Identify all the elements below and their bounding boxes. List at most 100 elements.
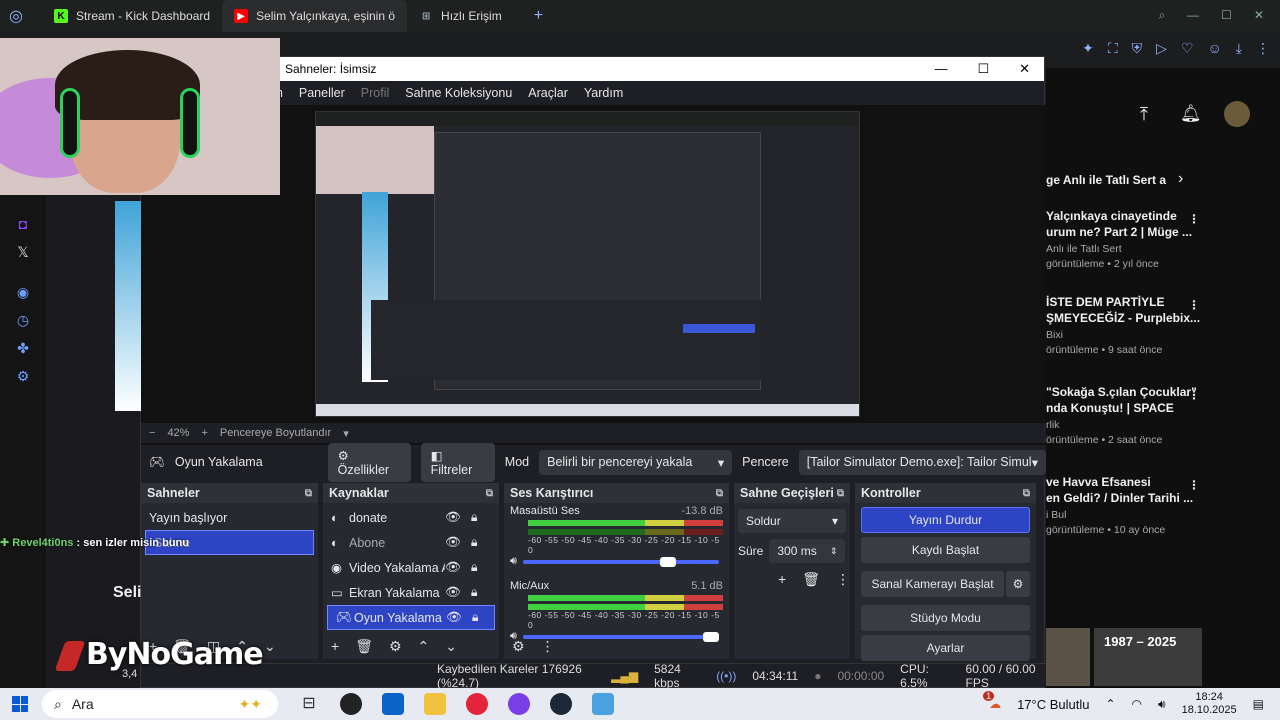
video-item[interactable]: "Sokağa S.çılan Çocuklar" nda Konuştu! |… [1046, 384, 1280, 446]
video-item[interactable]: İSTE DEM PARTİYLE ŞMEYECEĞİZ - Purplebix… [1046, 294, 1280, 356]
notification-icon[interactable]: ▤ [1253, 697, 1264, 711]
menu-profile[interactable]: Profil [361, 86, 389, 100]
obs-app-icon[interactable] [340, 693, 362, 715]
stepper-icon[interactable]: ⇕ [830, 546, 838, 557]
menu-tools[interactable]: Araçlar [528, 86, 568, 100]
start-virtual-camera-button[interactable]: Sanal Kamerayı Başlat [861, 571, 1004, 597]
popout-icon[interactable]: ⧉ [486, 488, 493, 499]
add-icon[interactable]: + [778, 571, 786, 588]
zoom-out-button[interactable]: − [149, 427, 155, 439]
volume-slider[interactable] [522, 556, 719, 567]
chevron-down-icon[interactable]: ▾ [343, 427, 349, 440]
game-icon[interactable] [592, 693, 614, 715]
new-tab-button[interactable]: + [534, 7, 543, 25]
video-item[interactable]: ve Havva Efsanesi en Geldi? / Dinler Tar… [1046, 474, 1280, 536]
clock-icon[interactable]: ◷ [14, 312, 32, 330]
apps-icon[interactable]: ⋮ [1256, 40, 1270, 57]
up-icon[interactable]: ⌃ [418, 638, 430, 655]
puzzle-icon[interactable]: ✤ [14, 340, 32, 358]
menu-scene-collection[interactable]: Sahne Koleksiyonu [405, 86, 512, 100]
more-icon[interactable]: ⋮ [1188, 478, 1200, 492]
tab-quick-access[interactable]: ⊞ Hızlı Erişim [407, 0, 514, 32]
twitch-icon[interactable]: ◘ [14, 216, 32, 234]
mode-select[interactable]: Belirli bir pencereyi yakala ▾ [539, 449, 733, 475]
trash-icon[interactable]: 🗑︎ [355, 638, 373, 655]
upload-icon[interactable]: ⤒ [1140, 104, 1148, 125]
chevron-right-icon[interactable]: › [1178, 170, 1183, 188]
clock[interactable]: 18:24 18.10.2025 [1182, 691, 1237, 717]
minimize-icon[interactable]: — [1187, 8, 1199, 23]
add-icon[interactable]: + [331, 638, 339, 654]
avatar[interactable] [1224, 101, 1250, 127]
menu-help[interactable]: Yardım [584, 86, 623, 100]
lock-icon[interactable]: 🔒︎ [471, 510, 478, 525]
weather-icon[interactable]: ☁ 1 [983, 691, 1001, 711]
eye-icon[interactable]: 👁︎ [445, 585, 461, 600]
windows-start-icon[interactable] [12, 696, 28, 712]
tab-youtube[interactable]: ▶ Selim Yalçınkaya, eşinin ö [222, 0, 408, 32]
profile-icon[interactable]: ☺ [1208, 40, 1222, 57]
stop-stream-button[interactable]: Yayını Durdur [861, 507, 1030, 533]
source-item[interactable]: ◐ donate 👁︎ 🔒︎ [323, 505, 499, 530]
eye-icon[interactable]: 👁︎ [445, 560, 461, 575]
down-icon[interactable]: ⌄ [264, 638, 276, 655]
speaker-icon[interactable]: 🔊︎ [510, 555, 517, 568]
wifi-icon[interactable]: ◠ [1132, 697, 1142, 711]
trash-icon[interactable]: 🗑︎ [802, 571, 820, 588]
browser-logo-icon[interactable]: ◎ [0, 0, 32, 32]
video-thumbnail[interactable] [1046, 628, 1090, 686]
menu-dots-icon[interactable]: ⋮ [836, 571, 850, 588]
download-icon[interactable]: ⤓ [1236, 40, 1242, 57]
window-select[interactable]: [Tailor Simulator Demo.exe]: Tailor Simu… [798, 449, 1046, 475]
shield-icon[interactable]: ⛨ [1132, 40, 1143, 57]
bell-icon[interactable]: 🔔︎ [1180, 104, 1202, 124]
crop-icon[interactable]: ⛶ [1108, 40, 1118, 57]
down-icon[interactable]: ⌄ [445, 638, 457, 655]
menu-panels[interactable]: Paneller [299, 86, 345, 100]
gear-icon[interactable]: ⚙ [14, 368, 32, 386]
source-item-selected[interactable]: 🎮︎ Oyun Yakalama 👁︎ 🔒︎ [327, 605, 495, 630]
virtual-camera-settings-icon[interactable]: ⚙ [1006, 571, 1030, 597]
gear-icon[interactable]: ⚙ [389, 638, 402, 655]
heart-icon[interactable]: ♡ [1181, 40, 1194, 57]
source-item[interactable]: ◐ Abone 👁︎ 🔒︎ [323, 530, 499, 555]
volume-icon[interactable]: 🔊︎ [1158, 697, 1166, 712]
popout-icon[interactable]: ⧉ [716, 488, 723, 499]
studio-mode-button[interactable]: Stüdyo Modu [861, 605, 1030, 631]
settings-button[interactable]: Ayarlar [861, 635, 1030, 661]
x-icon[interactable]: 𝕏 [14, 244, 32, 262]
close-icon[interactable]: ✕ [1019, 61, 1030, 77]
eye-icon[interactable]: 👁︎ [446, 610, 462, 625]
popout-icon[interactable]: ⧉ [837, 488, 844, 499]
video-thumbnail[interactable]: 1987 – 2025 [1094, 628, 1202, 686]
more-icon[interactable]: ⋮ [1188, 298, 1200, 312]
transition-select[interactable]: Soldur ▾ [738, 509, 846, 533]
video-item[interactable]: Yalçınkaya cinayetinde urum ne? Part 2 |… [1046, 208, 1280, 270]
scene-item[interactable]: Yayın başlıyor [141, 505, 318, 530]
maximize-icon[interactable]: ☐ [1221, 8, 1232, 23]
zoom-in-button[interactable]: + [201, 427, 207, 439]
gear-icon[interactable]: ⚙ [512, 638, 525, 655]
source-item[interactable]: ◉ Video Yakalama Ay👁︎ 🔒︎ [323, 555, 499, 580]
start-recording-button[interactable]: Kaydı Başlat [861, 537, 1030, 563]
eye-icon[interactable]: 👁︎ [445, 535, 461, 550]
outlook-icon[interactable] [382, 693, 404, 715]
properties-button[interactable]: ⚙ Özellikler [327, 442, 411, 482]
play-circle-icon[interactable]: ◉ [14, 284, 32, 302]
lock-icon[interactable]: 🔒︎ [472, 610, 479, 625]
more-icon[interactable]: ⋮ [1188, 212, 1200, 226]
eye-icon[interactable]: 👁︎ [445, 510, 461, 525]
source-item[interactable]: ▭ Ekran Yakalama 👁︎ 🔒︎ [323, 580, 499, 605]
play-icon[interactable]: ▷ [1156, 40, 1167, 57]
task-view-icon[interactable]: ⊟ [298, 693, 320, 715]
popout-icon[interactable]: ⧉ [1023, 488, 1030, 499]
duration-input[interactable]: 300 ms ⇕ [769, 539, 846, 563]
menu-dots-icon[interactable]: ⋮ [541, 638, 555, 655]
taskbar-search[interactable]: ⌕ Ara ✦✦ [42, 690, 278, 718]
maximize-icon[interactable]: ☐ [977, 61, 989, 77]
popout-icon[interactable]: ⧉ [305, 488, 312, 499]
steam-icon[interactable] [550, 693, 572, 715]
close-icon[interactable]: ✕ [1254, 8, 1264, 23]
extension-icon[interactable]: ✦ [1082, 40, 1094, 57]
tab-kick[interactable]: K Stream - Kick Dashboard [42, 0, 222, 32]
